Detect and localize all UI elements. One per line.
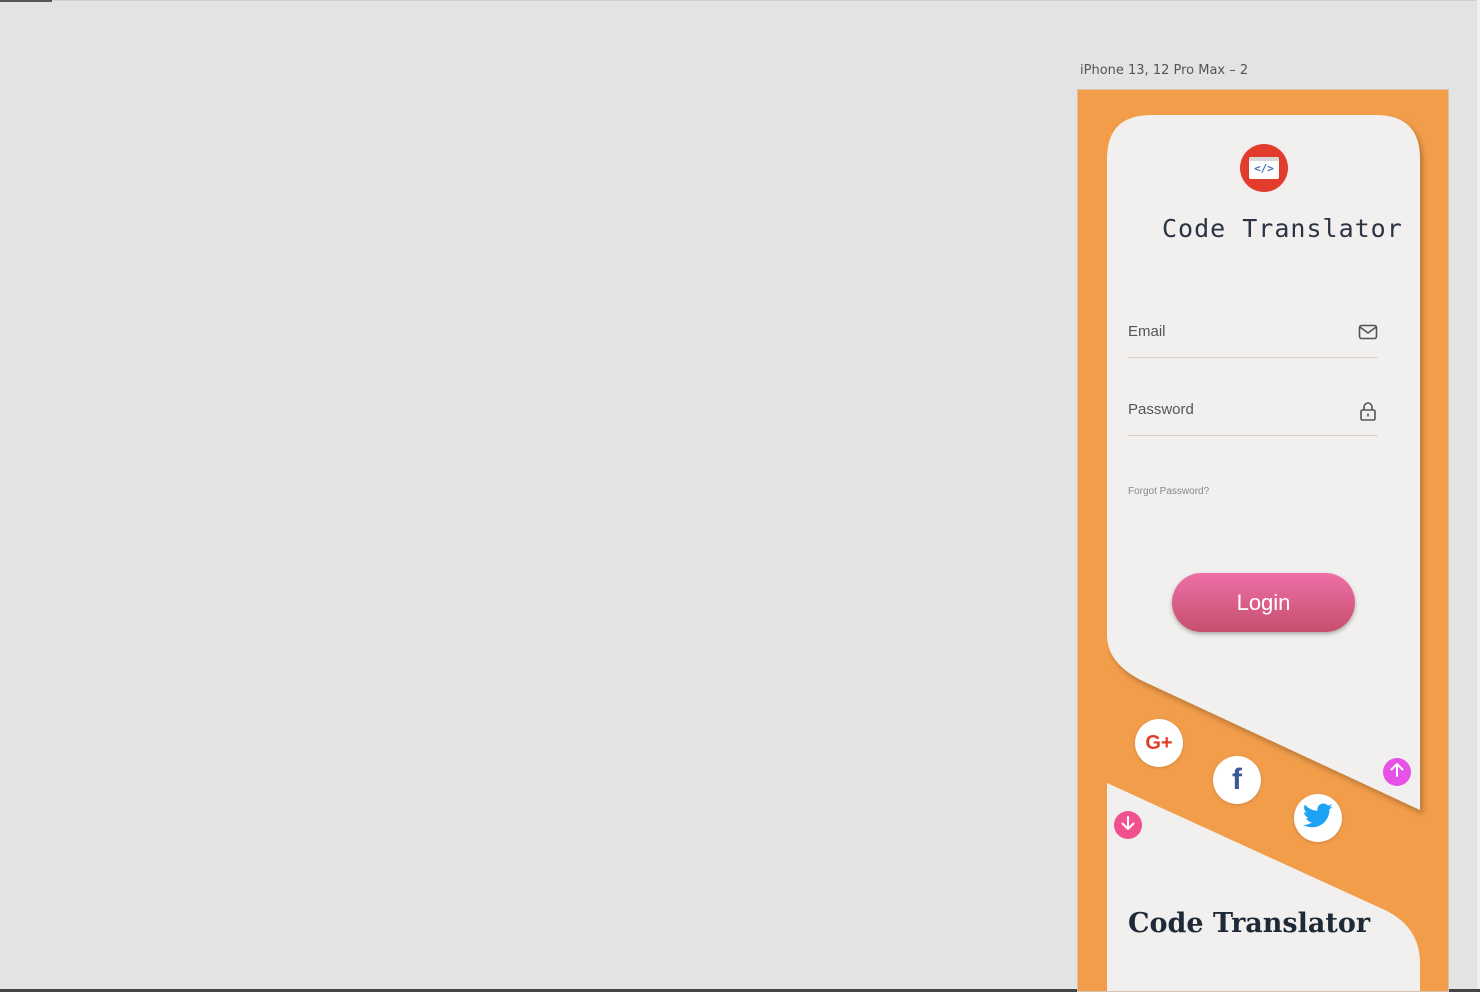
app-title: Code Translator [1162,214,1403,243]
window-top-edge [0,0,1480,1]
signup-card-shape [1107,783,1420,991]
twitter-icon [1302,803,1333,834]
app-logo: </> [1240,144,1288,192]
facebook-button[interactable]: f [1213,756,1261,804]
lock-icon [1358,401,1378,426]
artboard: </> Code Translator Email Password Forgo… [1077,89,1449,992]
google-plus-button[interactable]: G+ [1135,719,1183,767]
twitter-button[interactable] [1294,794,1342,842]
code-window-icon: </> [1249,157,1279,179]
forgot-password-link[interactable]: Forgot Password? [1128,486,1209,497]
envelope-icon [1358,323,1378,346]
artboard-label[interactable]: iPhone 13, 12 Pro Max – 2 [1080,63,1248,78]
arrow-up-icon [1388,761,1406,784]
scroll-up-button[interactable] [1383,758,1411,786]
email-label: Email [1128,323,1166,340]
facebook-icon: f [1232,763,1242,796]
active-tab-indicator [0,0,52,2]
scroll-down-button[interactable] [1114,811,1142,839]
login-button[interactable]: Login [1172,573,1355,632]
arrow-down-icon [1119,814,1137,837]
password-label: Password [1128,401,1194,418]
google-plus-icon: G+ [1145,731,1173,754]
signup-card-title: Code Translator [1128,908,1371,939]
email-field[interactable]: Email [1128,311,1378,358]
password-field[interactable]: Password [1128,389,1378,436]
